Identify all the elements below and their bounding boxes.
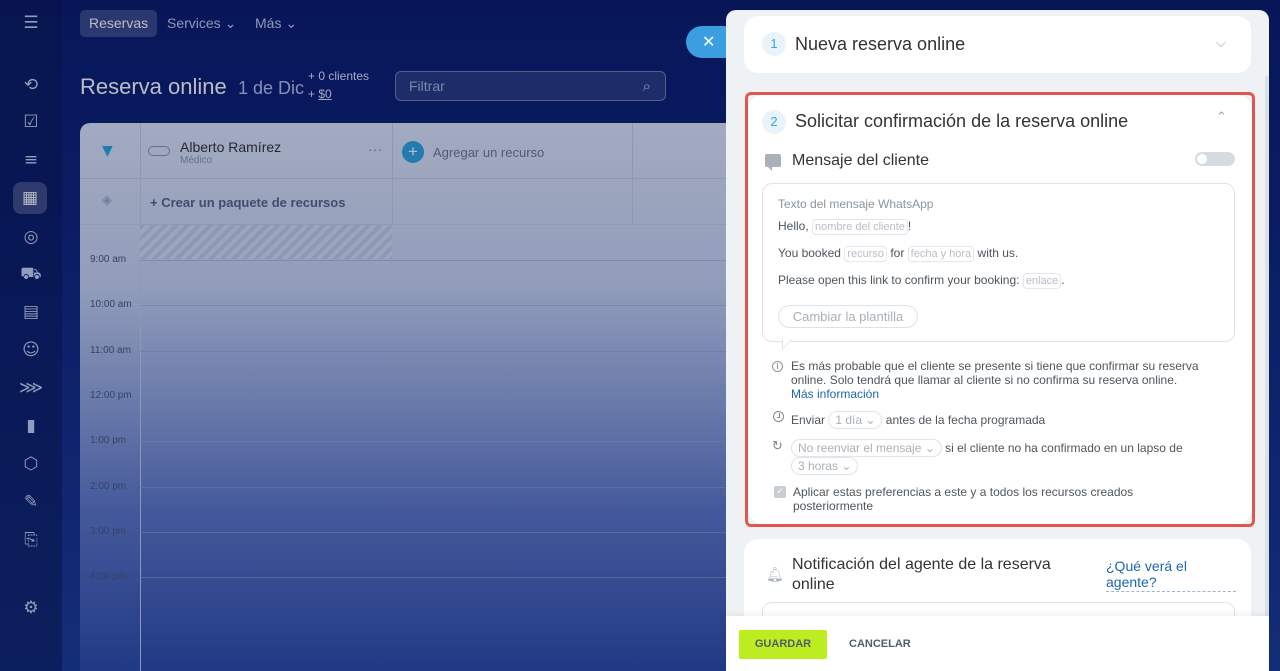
message-line-3: Please open this link to confirm your bo… xyxy=(778,273,1065,289)
save-button[interactable]: GUARDAR xyxy=(739,630,827,659)
agent-notification-title: Notificación del agente de la reserva on… xyxy=(792,556,1051,593)
link-chip: enlace xyxy=(1022,273,1062,289)
clock-icon xyxy=(773,411,784,422)
msg-text: You booked xyxy=(778,246,845,260)
message-line-1: Hello, nombre del cliente! xyxy=(778,219,911,235)
info-text: Es más probable que el cliente se presen… xyxy=(791,359,1199,387)
apply-all-label[interactable]: Aplicar estas preferencias a este y a to… xyxy=(793,485,1193,513)
cancel-button[interactable]: CANCELAR xyxy=(849,630,911,659)
client-message-title: Mensaje del cliente xyxy=(792,152,929,169)
agent-preview-link[interactable]: ¿Qué verá el agente? xyxy=(1106,558,1236,592)
message-type-label: Texto del mensaje WhatsApp xyxy=(778,197,934,211)
step1-number: 1 xyxy=(762,32,786,56)
send-suffix: antes de la fecha programada xyxy=(885,413,1046,427)
apply-all-checkbox[interactable]: ✓ xyxy=(774,486,786,498)
resend-select[interactable]: No reenviar el mensaje ⌄ xyxy=(791,439,942,457)
send-days-select[interactable]: 1 día ⌄ xyxy=(828,411,883,429)
msg-text: ! xyxy=(907,219,912,233)
more-info-link[interactable]: Más información xyxy=(791,387,879,401)
resend-period-select[interactable]: 3 horas ⌄ xyxy=(791,457,859,475)
step2-title[interactable]: Solicitar confirmación de la reserva onl… xyxy=(795,111,1128,132)
send-row: Enviar 1 día ⌄ antes de la fecha program… xyxy=(791,411,1045,429)
bell-icon: 🔔︎ xyxy=(766,567,784,583)
msg-text: Hello, xyxy=(778,219,813,233)
send-label: Enviar xyxy=(791,413,826,427)
client-name-chip: nombre del cliente xyxy=(812,219,908,235)
info-icon: i xyxy=(772,361,783,372)
chevron-down-icon[interactable]: ⌵ xyxy=(1216,36,1226,51)
close-icon: ✕ xyxy=(702,32,716,51)
msg-text: . xyxy=(1061,273,1065,287)
resource-chip: recurso xyxy=(844,246,887,262)
msg-text: Please open this link to confirm your bo… xyxy=(778,273,1023,287)
chat-icon xyxy=(765,154,781,171)
resend-row: No reenviar el mensaje ⌄ si el cliente n… xyxy=(791,439,1183,457)
change-template-button[interactable]: Cambiar la plantilla xyxy=(778,305,918,328)
panel-scrollbar[interactable] xyxy=(1265,76,1269,636)
message-line-2: You booked recurso for fecha y hora with… xyxy=(778,246,1018,262)
step2-number: 2 xyxy=(762,110,786,134)
notification-message-box xyxy=(762,602,1235,616)
resend-suffix: si el cliente no ha confirmado en un lap… xyxy=(945,441,1183,455)
resend-icon: ↻ xyxy=(772,439,783,454)
resend-period-row: 3 horas ⌄ xyxy=(791,457,859,475)
step1-title[interactable]: Nueva reserva online xyxy=(795,34,965,55)
chevron-up-icon[interactable]: ⌃ xyxy=(1216,110,1227,125)
client-message-switch[interactable] xyxy=(1195,152,1235,166)
msg-text: for xyxy=(886,246,908,260)
datetime-chip: fecha y hora xyxy=(907,246,975,262)
msg-text: with us. xyxy=(974,246,1019,260)
